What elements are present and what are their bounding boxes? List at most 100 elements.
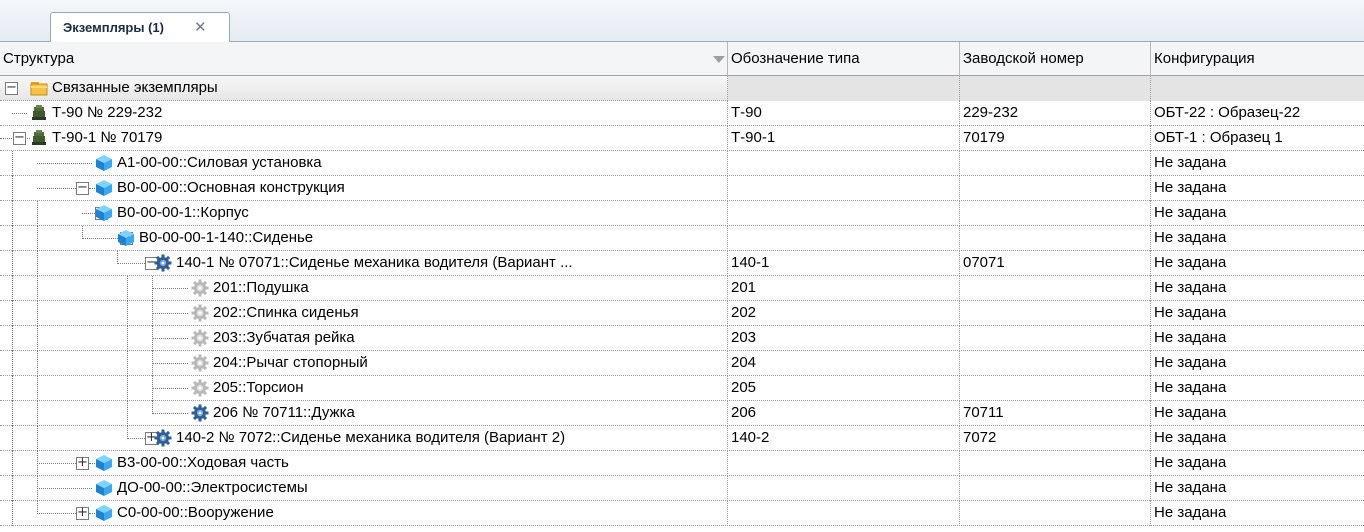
column-header-structure[interactable]: Структура xyxy=(0,42,728,76)
expand-toggle-icon[interactable]: + xyxy=(76,456,89,470)
collapse-toggle-icon[interactable]: − xyxy=(76,181,89,195)
tree-row[interactable]: − Связанные экземпляры xyxy=(0,76,1364,101)
cell-structure[interactable]: + В3-00-00::Ходовая часть xyxy=(0,451,728,476)
tree-row[interactable]: + С0-00-00::Вооружение Не задана xyxy=(0,501,1364,526)
cell-type-designation[interactable]: 140-2 xyxy=(728,426,960,451)
cell-serial-number[interactable]: 7072 xyxy=(960,426,1151,451)
tree-row[interactable]: 204::Рычаг стопорный 204 Не задана xyxy=(0,351,1364,376)
cell-serial-number[interactable] xyxy=(960,201,1151,226)
cell-structure[interactable]: +140-2 № 7072::Сиденье механика водителя… xyxy=(0,426,728,451)
column-header-type[interactable]: Обозначение типа xyxy=(728,42,960,76)
cell-structure[interactable]: 201::Подушка xyxy=(0,276,728,301)
cell-configuration[interactable]: Не задана xyxy=(1151,501,1364,526)
tree-row[interactable]: А1-00-00::Силовая установка Не задана xyxy=(0,151,1364,176)
expand-toggle-icon[interactable]: + xyxy=(76,506,89,520)
cell-serial-number[interactable] xyxy=(960,151,1151,176)
cell-type-designation[interactable]: 201 xyxy=(728,276,960,301)
collapse-toggle-icon[interactable]: − xyxy=(5,81,18,95)
cell-type-designation[interactable] xyxy=(728,151,960,176)
cell-type-designation[interactable] xyxy=(728,476,960,501)
cell-structure[interactable]: − В0-00-00::Основная конструкция xyxy=(0,176,728,201)
cell-configuration[interactable]: Не задана xyxy=(1151,351,1364,376)
tree-row[interactable]: 205::Торсион 205 Не задана xyxy=(0,376,1364,401)
cell-configuration[interactable]: Не задана xyxy=(1151,301,1364,326)
cell-structure[interactable]: 205::Торсион xyxy=(0,376,728,401)
tree-row[interactable]: − В0-00-00::Основная конструкция Не задана xyxy=(0,176,1364,201)
cell-type-designation[interactable]: 205 xyxy=(728,376,960,401)
cell-serial-number[interactable]: 70179 xyxy=(960,126,1151,151)
tree-row[interactable]: −В0-00-00-1::Корпус Не задана xyxy=(0,201,1364,226)
cell-serial-number[interactable] xyxy=(960,326,1151,351)
cell-serial-number[interactable] xyxy=(960,476,1151,501)
tree-row[interactable]: + В3-00-00::Ходовая часть Не задана xyxy=(0,451,1364,476)
cell-structure[interactable]: 202::Спинка сиденья xyxy=(0,301,728,326)
cell-serial-number[interactable] xyxy=(960,301,1151,326)
cell-structure[interactable]: 203::Зубчатая рейка xyxy=(0,326,728,351)
cell-serial-number[interactable]: 70711 xyxy=(960,401,1151,426)
cell-serial-number[interactable] xyxy=(960,276,1151,301)
cell-type-designation[interactable]: 140-1 xyxy=(728,251,960,276)
tree-row[interactable]: ДО-00-00::Электросистемы Не задана xyxy=(0,476,1364,501)
cell-type-designation[interactable]: 203 xyxy=(728,326,960,351)
cell-structure[interactable]: − Связанные экземпляры xyxy=(0,76,728,101)
cell-structure[interactable]: − Т-90-1 № 70179 xyxy=(0,126,728,151)
tree-row[interactable]: Т-90 № 229-232 Т-90 229-232 ОБТ-22 : Образе… xyxy=(0,101,1364,126)
cell-structure[interactable]: −В0-00-00-1-140::Сиденье xyxy=(0,226,728,251)
tree-row[interactable]: −140-1 № 07071::Сиденье механика водител… xyxy=(0,251,1364,276)
sort-arrow-icon[interactable] xyxy=(713,56,725,63)
cell-serial-number[interactable]: 07071 xyxy=(960,251,1151,276)
cell-serial-number[interactable]: 229-232 xyxy=(960,101,1151,126)
cell-structure[interactable]: 204::Рычаг стопорный xyxy=(0,351,728,376)
cell-serial-number[interactable] xyxy=(960,226,1151,251)
cell-configuration[interactable] xyxy=(1151,76,1364,101)
cell-type-designation[interactable] xyxy=(728,501,960,526)
tree-row[interactable]: −В0-00-00-1-140::Сиденье Не задана xyxy=(0,226,1364,251)
column-header-config[interactable]: Конфигурация xyxy=(1151,42,1364,76)
cell-structure[interactable]: Т-90 № 229-232 xyxy=(0,101,728,126)
cell-serial-number[interactable] xyxy=(960,451,1151,476)
tree-row[interactable]: 203::Зубчатая рейка 203 Не задана xyxy=(0,326,1364,351)
tree-row[interactable]: − Т-90-1 № 70179 Т-90-1 70179 ОБТ-1 : Образе… xyxy=(0,126,1364,151)
cell-configuration[interactable]: Не задана xyxy=(1151,201,1364,226)
tree-row[interactable]: 201::Подушка 201 Не задана xyxy=(0,276,1364,301)
cell-configuration[interactable]: Не задана xyxy=(1151,476,1364,501)
column-header-serial[interactable]: Заводской номер xyxy=(960,42,1151,76)
cell-type-designation[interactable]: 204 xyxy=(728,351,960,376)
cell-serial-number[interactable] xyxy=(960,501,1151,526)
cell-structure[interactable]: −140-1 № 07071::Сиденье механика водител… xyxy=(0,251,728,276)
cell-configuration[interactable]: Не задана xyxy=(1151,226,1364,251)
cell-configuration[interactable]: Не задана xyxy=(1151,326,1364,351)
tab-instances[interactable]: Экземпляры (1) ✕ xyxy=(50,12,230,42)
cell-serial-number[interactable] xyxy=(960,351,1151,376)
cell-configuration[interactable]: Не задана xyxy=(1151,376,1364,401)
tree-row[interactable]: 206 № 70711::Дужка 206 70711 Не задана xyxy=(0,401,1364,426)
cell-serial-number[interactable] xyxy=(960,376,1151,401)
cell-configuration[interactable]: Не задана xyxy=(1151,251,1364,276)
cell-type-designation[interactable] xyxy=(728,451,960,476)
cell-type-designation[interactable] xyxy=(728,226,960,251)
cell-configuration[interactable]: Не задана xyxy=(1151,401,1364,426)
cell-configuration[interactable]: Не задана xyxy=(1151,426,1364,451)
cell-type-designation[interactable]: 206 xyxy=(728,401,960,426)
close-icon[interactable]: ✕ xyxy=(194,18,207,36)
cell-type-designation[interactable] xyxy=(728,76,960,101)
cell-serial-number[interactable] xyxy=(960,176,1151,201)
cell-configuration[interactable]: Не задана xyxy=(1151,451,1364,476)
cell-structure[interactable]: ДО-00-00::Электросистемы xyxy=(0,476,728,501)
cell-configuration[interactable]: Не задана xyxy=(1151,151,1364,176)
cell-configuration[interactable]: ОБТ-22 : Образец-22 xyxy=(1151,101,1364,126)
cell-type-designation[interactable] xyxy=(728,201,960,226)
cell-configuration[interactable]: ОБТ-1 : Образец 1 xyxy=(1151,126,1364,151)
cell-structure[interactable]: А1-00-00::Силовая установка xyxy=(0,151,728,176)
collapse-toggle-icon[interactable]: − xyxy=(13,131,26,145)
cell-type-designation[interactable]: 202 xyxy=(728,301,960,326)
cell-type-designation[interactable] xyxy=(728,176,960,201)
cell-configuration[interactable]: Не задана xyxy=(1151,276,1364,301)
cell-type-designation[interactable]: Т-90-1 xyxy=(728,126,960,151)
cell-structure[interactable]: 206 № 70711::Дужка xyxy=(0,401,728,426)
cell-structure[interactable]: −В0-00-00-1::Корпус xyxy=(0,201,728,226)
cell-serial-number[interactable] xyxy=(960,76,1151,101)
cell-structure[interactable]: + С0-00-00::Вооружение xyxy=(0,501,728,526)
tree-row[interactable]: +140-2 № 7072::Сиденье механика водителя… xyxy=(0,426,1364,451)
cell-configuration[interactable]: Не задана xyxy=(1151,176,1364,201)
